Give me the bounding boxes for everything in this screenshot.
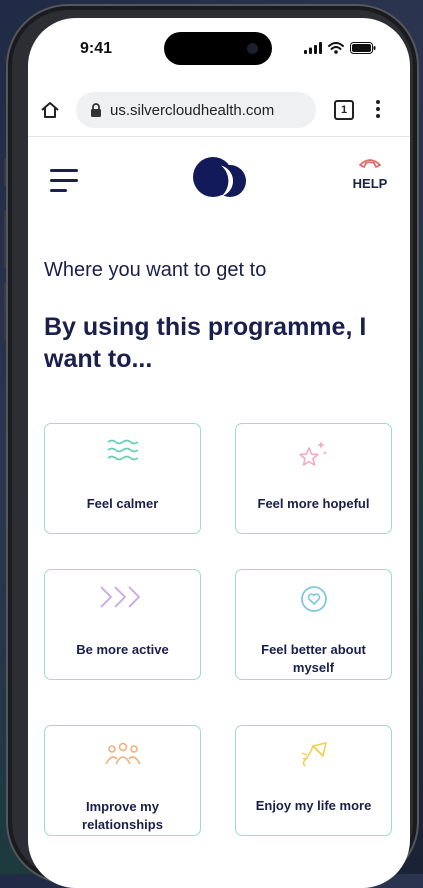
battery-icon: [350, 42, 376, 54]
chevrons-right-icon: [99, 586, 140, 608]
phone-hangup-icon: [359, 159, 381, 168]
help-label: HELP: [352, 176, 388, 191]
toolbar-divider: [28, 136, 410, 137]
goal-card-label: Feel calmer: [86, 496, 159, 511]
page-title: By using this programme, I want to...: [44, 313, 367, 373]
tab-switcher-button[interactable]: 1: [334, 100, 354, 120]
wifi-icon: [328, 42, 344, 54]
goal-card-feel-calmer[interactable]: Feel calmer: [44, 423, 201, 534]
browser-toolbar: us.silvercloudhealth.com 1: [28, 88, 410, 132]
signal-icon: [304, 42, 322, 54]
kite-icon: [301, 742, 327, 767]
status-bar: 9:41: [28, 18, 410, 78]
more-options-icon[interactable]: [376, 100, 380, 118]
waves-icon: [107, 439, 138, 461]
heart-circle-icon: [300, 586, 327, 612]
home-icon[interactable]: [40, 100, 60, 120]
phone-screen: 9:41 us.silvercloudhealth.com 1 HELP Whe…: [28, 18, 410, 888]
goal-card-be-more-active[interactable]: Be more active: [44, 569, 201, 680]
dynamic-island: [164, 32, 272, 65]
silvercloud-logo[interactable]: [192, 156, 250, 202]
goal-card-label: Enjoy my life more: [255, 798, 372, 813]
goal-card-feel-more-hopeful[interactable]: Feel more hopeful: [235, 423, 392, 534]
address-bar[interactable]: us.silvercloudhealth.com: [76, 92, 316, 128]
sparkle-stars-icon: [298, 441, 327, 466]
goal-card-improve-my-relationships[interactable]: Improve my relationships: [44, 725, 201, 836]
status-icons: [304, 42, 376, 54]
status-time: 9:41: [80, 40, 113, 57]
page-subtitle: Where you want to get to: [44, 259, 267, 281]
goal-card-enjoy-my-life-more[interactable]: Enjoy my life more: [235, 725, 392, 836]
goal-card-label: Feel more hopeful: [257, 496, 370, 511]
goal-card-label: Feel better about myself: [261, 642, 366, 675]
goal-card-label: Be more active: [76, 642, 169, 657]
url-text: us.silvercloudhealth.com: [110, 102, 275, 119]
goal-card-feel-better-about-myself[interactable]: Feel better about myself: [235, 569, 392, 680]
hamburger-menu-icon[interactable]: [50, 168, 80, 194]
people-icon: [104, 742, 141, 765]
lock-icon: [91, 103, 101, 117]
goal-card-label: Improve my relationships: [82, 799, 163, 832]
help-button[interactable]: HELP: [346, 156, 394, 191]
